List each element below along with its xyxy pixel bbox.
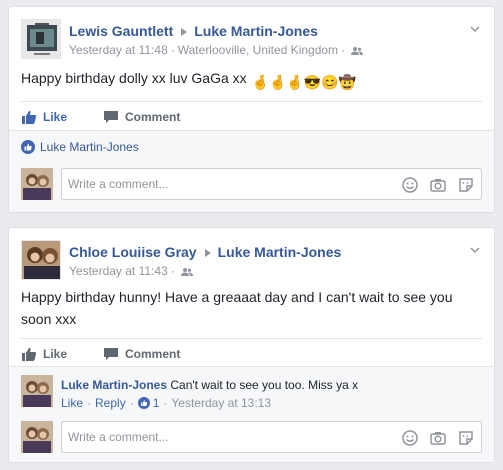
user-avatar[interactable] [21,421,53,453]
commenter-avatar[interactable] [21,375,53,407]
post-names: Lewis Gauntlett Luke Martin-Jones [69,23,318,39]
comment-input-box[interactable] [61,421,482,453]
post-lewis-gauntlett: Lewis Gauntlett Luke Martin-Jones Yesterd… [8,6,495,213]
separator: · [170,264,175,278]
post-timestamp[interactable]: Yesterday at 11:48 [69,43,168,57]
comment-composer [21,421,482,453]
comment-button[interactable]: Comment [103,346,180,362]
comment-actions: Like · Reply · 1 · Yesterday at 13:13 [61,396,271,410]
author-avatar[interactable] [21,240,61,280]
comment-bubble-icon [104,347,119,360]
separator: · [170,43,175,57]
comment-like-link[interactable]: Like [61,396,83,410]
target-name[interactable]: Luke Martin-Jones [218,244,342,260]
sticker-icon[interactable] [457,176,475,194]
post-header: Lewis Gauntlett Luke Martin-Jones Yesterd… [9,7,494,63]
chevron-down-icon[interactable] [470,23,480,33]
comment-timestamp[interactable]: Yesterday at 13:13 [171,396,271,410]
comment-reaction-count[interactable]: 1 [137,396,160,410]
camera-icon[interactable] [429,176,447,194]
emoji-row: 🤞🤞🤞😎😊🤠 [251,74,357,90]
post-text: Happy birthday dolly xx luv GaGa xx [21,70,247,86]
post-meta: Yesterday at 11:43 · [69,264,193,280]
comment-item: Luke Martin-Jones Can't wait to see you … [21,375,482,415]
post-body: Happy birthday dolly xx luv GaGa xx 🤞🤞🤞😎… [9,67,494,93]
comments-area: Luke Martin-Jones Can't wait to see you … [9,366,494,462]
separator: · [87,396,92,410]
separator: · [129,396,134,410]
like-button[interactable]: Like [21,346,67,362]
emoji-icon[interactable] [401,176,419,194]
separator: · [163,396,168,410]
thumbs-up-icon [22,347,37,361]
comment-author[interactable]: Luke Martin-Jones [61,378,167,392]
emoji-icon[interactable] [401,429,419,447]
like-reaction-icon [21,140,35,154]
user-avatar[interactable] [21,168,53,200]
composer-icons [401,176,475,194]
reaction-count-value: 1 [152,396,160,410]
camera-icon[interactable] [429,429,447,447]
post-actions: Like Comment [21,338,482,368]
comment-label: Comment [125,346,181,361]
audience-friends-icon[interactable] [351,45,364,59]
post-meta: Yesterday at 11:48 · Waterlooville, United… [69,43,364,59]
comment-input-box[interactable] [61,168,482,200]
author-name[interactable]: Lewis Gauntlett [69,23,173,39]
like-button[interactable]: Like [21,109,67,125]
chevron-down-icon[interactable] [470,244,480,254]
post-text: Happy birthday hunny! Have a greaaat day… [21,289,453,327]
author-name[interactable]: Chloe Louiise Gray [69,244,197,260]
liked-by-name[interactable]: Luke Martin-Jones [40,140,139,154]
comment-input[interactable] [68,430,368,444]
thumbs-up-icon [22,110,37,124]
post-chloe-louiise-gray: Chloe Louiise Gray Luke Martin-Jones Yest… [8,227,495,463]
comments-area: Luke Martin-Jones [9,130,494,212]
comment-label: Comment [125,109,181,124]
post-timestamp[interactable]: Yesterday at 11:43 [69,264,168,278]
composer-icons [401,429,475,447]
target-name[interactable]: Luke Martin-Jones [194,23,318,39]
arrow-right-icon [204,248,211,257]
sticker-icon[interactable] [457,429,475,447]
post-names: Chloe Louiise Gray Luke Martin-Jones [69,244,341,260]
comment-button[interactable]: Comment [103,109,180,125]
likes-row[interactable]: Luke Martin-Jones [21,140,139,154]
post-actions: Like Comment [21,101,482,131]
comment-text-row: Luke Martin-Jones Can't wait to see you … [61,378,358,392]
post-header: Chloe Louiise Gray Luke Martin-Jones Yest… [9,228,494,284]
author-avatar[interactable] [21,19,61,59]
comment-input[interactable] [68,177,368,191]
comment-composer [21,168,482,200]
arrow-right-icon [181,27,188,36]
like-reaction-icon [137,397,150,409]
post-location[interactable]: Waterlooville, United Kingdom [178,43,338,57]
like-label: Like [43,109,68,124]
comment-bubble-icon [104,110,119,123]
separator: · [341,43,346,57]
comment-reply-link[interactable]: Reply [95,396,126,410]
comment-text: Can't wait to see you too. Miss ya x [170,378,359,392]
audience-friends-icon[interactable] [180,266,193,280]
like-label: Like [43,346,68,361]
post-body: Happy birthday hunny! Have a greaaat day… [21,286,454,330]
